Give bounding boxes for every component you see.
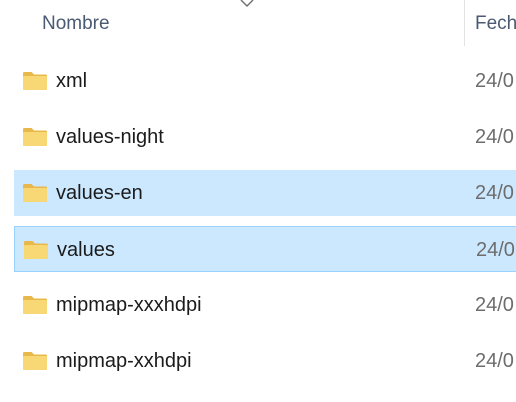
folder-name: values bbox=[57, 239, 115, 261]
list-item[interactable]: values 24/0 bbox=[14, 226, 516, 272]
folder-name: values-night bbox=[56, 126, 164, 148]
folder-icon bbox=[23, 352, 47, 370]
column-header-name[interactable]: Nombre bbox=[42, 13, 110, 35]
folder-name: values-en bbox=[56, 182, 143, 204]
list-item[interactable]: values-night 24/0 bbox=[14, 114, 516, 160]
list-item[interactable]: values-en 24/0 bbox=[14, 170, 516, 216]
folder-icon bbox=[23, 128, 47, 146]
column-divider[interactable] bbox=[464, 0, 465, 46]
folder-icon bbox=[24, 241, 48, 259]
folder-icon bbox=[23, 184, 47, 202]
folder-date: 24/0 bbox=[475, 182, 514, 204]
chevron-down-icon[interactable] bbox=[240, 0, 254, 8]
folder-icon bbox=[23, 72, 47, 90]
column-header-date[interactable]: Fech bbox=[475, 13, 516, 35]
folder-name: mipmap-xxxhdpi bbox=[56, 294, 202, 316]
folder-date: 24/0 bbox=[475, 70, 514, 92]
folder-name: mipmap-xxhdpi bbox=[56, 350, 192, 372]
folder-date: 24/0 bbox=[475, 350, 514, 372]
folder-icon bbox=[23, 296, 47, 314]
folder-name: xml bbox=[56, 70, 88, 92]
column-header: Nombre Fech bbox=[0, 0, 516, 50]
list-item[interactable]: mipmap-xxxhdpi 24/0 bbox=[14, 282, 516, 328]
list-item[interactable]: mipmap-xxhdpi 24/0 bbox=[14, 338, 516, 384]
list-item[interactable]: xml 24/0 bbox=[14, 58, 516, 104]
folder-date: 24/0 bbox=[475, 126, 514, 148]
folder-date: 24/0 bbox=[475, 294, 514, 316]
folder-date: 24/0 bbox=[476, 239, 515, 261]
